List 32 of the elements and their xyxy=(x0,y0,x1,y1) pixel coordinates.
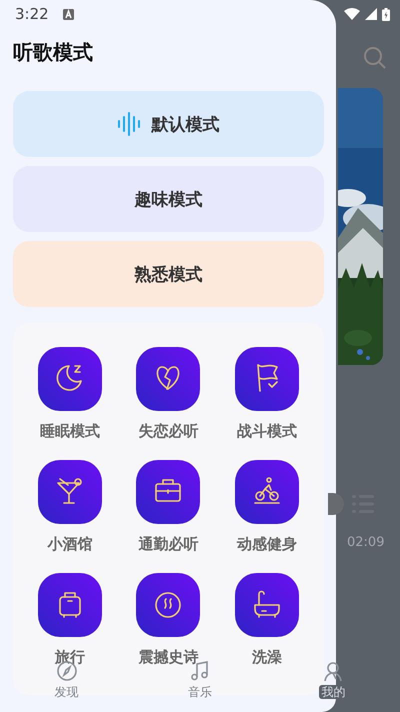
scene-button[interactable] xyxy=(234,460,299,524)
mode-button[interactable]: 熟悉模式 xyxy=(13,241,324,307)
scene-label: 睡眠模式 xyxy=(40,421,100,441)
notification-icon xyxy=(62,8,74,20)
scene-label: 失恋必听 xyxy=(138,421,198,441)
scene-button[interactable] xyxy=(38,460,102,524)
drawer-title: 听歌模式 xyxy=(13,39,94,66)
scene-label: 战斗模式 xyxy=(236,421,297,441)
nav-icon[interactable] xyxy=(322,660,344,682)
scene-button[interactable] xyxy=(234,347,299,411)
scene-button[interactable] xyxy=(136,460,200,524)
signal-icon xyxy=(365,8,377,20)
scene-button[interactable] xyxy=(38,573,102,637)
battery-icon xyxy=(382,8,390,20)
scene-label: 动感健身 xyxy=(236,534,297,554)
nav-label[interactable]: 我的 xyxy=(319,685,348,699)
mode-button[interactable]: 趣味模式 xyxy=(13,166,324,232)
scene-button[interactable] xyxy=(136,573,200,637)
nav-label[interactable]: 发现 xyxy=(54,685,79,699)
wifi-icon xyxy=(344,8,360,20)
scene-label: 通勤必听 xyxy=(138,534,198,554)
mode-button[interactable]: 默认模式 xyxy=(13,91,324,157)
scene-button[interactable] xyxy=(136,347,200,411)
scene-label: 洗澡 xyxy=(252,647,282,667)
nav-label[interactable]: 音乐 xyxy=(188,685,212,699)
status-time: 3:22 xyxy=(15,5,49,23)
scene-label: 震撼史诗 xyxy=(138,647,198,667)
track-duration: 02:09 xyxy=(347,535,386,550)
scene-button[interactable] xyxy=(38,347,102,411)
scene-label: 小酒馆 xyxy=(48,534,93,554)
scene-button[interactable] xyxy=(234,573,299,637)
sound-wave-icon xyxy=(118,112,140,136)
